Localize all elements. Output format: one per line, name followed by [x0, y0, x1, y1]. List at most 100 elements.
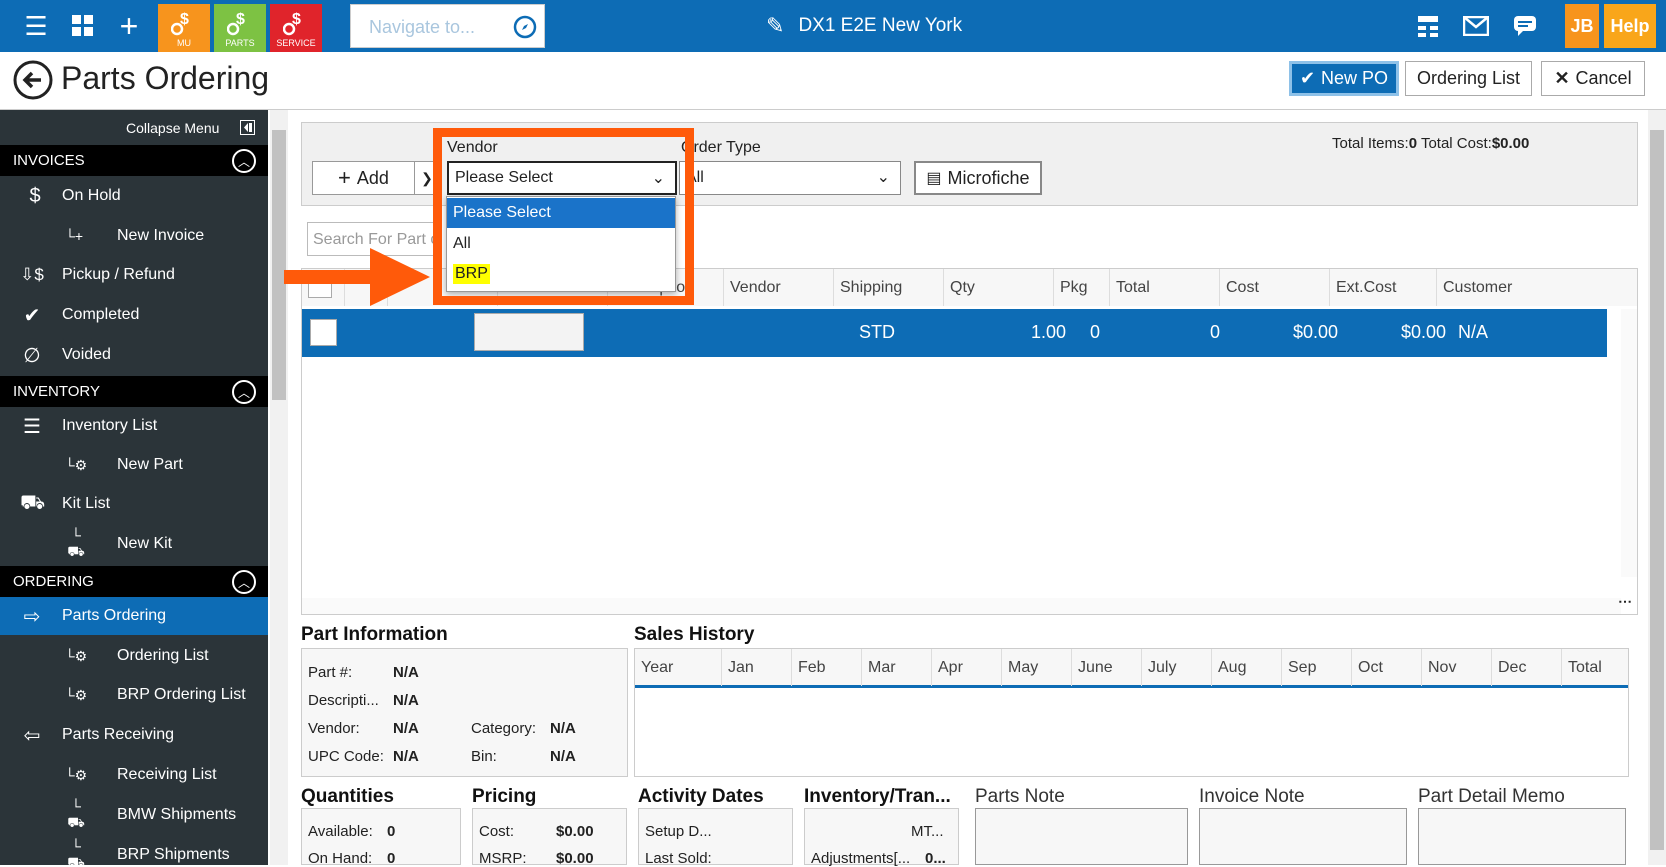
column-header[interactable]: Shipping [834, 269, 944, 306]
hamburger-menu-icon[interactable]: ☰ [20, 0, 52, 52]
module-parts-button[interactable]: $ PARTS [214, 4, 266, 52]
sidebar-item-label: Kit List [62, 495, 111, 512]
description-label: Descripti... [308, 692, 379, 709]
column-header[interactable]: Dec [1492, 649, 1562, 686]
part-number-input[interactable] [474, 313, 584, 351]
part-detail-memo-title: Part Detail Memo [1418, 786, 1565, 807]
ordering-list-button[interactable]: Ordering List [1405, 61, 1532, 96]
sidebar-item-label: New Invoice [117, 227, 205, 244]
column-header[interactable]: May [1002, 649, 1072, 686]
sidebar-item-voided[interactable]: ∅ Voided [0, 336, 268, 374]
column-header[interactable]: June [1072, 649, 1142, 686]
order-type-select[interactable]: All ⌄ [679, 161, 901, 195]
sidebar-item-ordering-list[interactable]: └⚙ Ordering List [0, 637, 268, 675]
section-label: INVENTORY [13, 383, 100, 400]
scrollbar-thumb[interactable] [1650, 130, 1664, 850]
column-header[interactable]: Ext.Cost [1330, 269, 1437, 306]
sidebar-item-label: Inventory List [62, 417, 158, 434]
column-header[interactable]: Total [1562, 649, 1628, 686]
user-avatar[interactable]: JB [1565, 4, 1599, 48]
row-customer: N/A [1458, 322, 1489, 342]
sidebar-item-receiving-list[interactable]: └⚙ Receiving List [0, 756, 268, 794]
module-label: SERVICE [276, 38, 316, 48]
sidebar-scrollbar[interactable] [270, 110, 288, 865]
sidebar-item-label: Receiving List [117, 766, 217, 783]
mail-icon[interactable] [1461, 0, 1491, 52]
chevron-up-icon[interactable]: ︿ [232, 570, 256, 594]
more-options-icon[interactable]: ⋯ [1613, 593, 1637, 613]
section-invoices[interactable]: INVOICES ︿ [0, 145, 268, 176]
sidebar-item-inventory-list[interactable]: ☰ Inventory List [0, 407, 268, 445]
svg-text:$: $ [292, 11, 301, 28]
plus-icon: + [338, 165, 351, 190]
sidebar-item-label: Pickup / Refund [62, 266, 175, 283]
chat-icon[interactable] [1510, 0, 1540, 52]
add-button[interactable]: + Add [312, 161, 415, 195]
column-header[interactable]: Apr [932, 649, 1002, 686]
help-button[interactable]: Help [1604, 4, 1656, 48]
column-header[interactable]: Sep [1282, 649, 1352, 686]
sidebar-item-new-kit[interactable]: └⛟ New Kit [0, 525, 268, 563]
section-ordering[interactable]: ORDERING ︿ [0, 566, 268, 597]
cancel-button[interactable]: ✕ Cancel [1541, 61, 1645, 96]
part-detail-memo-textarea[interactable] [1418, 808, 1626, 865]
chevron-up-icon[interactable]: ︿ [232, 149, 256, 173]
sidebar-item-brp-ordering-list[interactable]: └⚙ BRP Ordering List [0, 676, 268, 714]
sidebar-item-kit-list[interactable]: ⛟ Kit List [0, 485, 268, 523]
module-service-button[interactable]: $ SERVICE [270, 4, 322, 52]
column-header[interactable]: Aug [1212, 649, 1282, 686]
dollar-icon: $ [29, 184, 41, 207]
quantities-box: Available: 0 On Hand: 0 [301, 808, 461, 867]
inventory-tran-box: MT... Adjustments[... 0... [804, 808, 959, 867]
navigate-input[interactable]: Navigate to... [369, 17, 475, 38]
column-header[interactable]: Nov [1422, 649, 1492, 686]
column-header[interactable]: Feb [792, 649, 862, 686]
module-mu-button[interactable]: $ MU [158, 4, 210, 52]
column-header[interactable]: Mar [862, 649, 932, 686]
column-header[interactable]: July [1142, 649, 1212, 686]
last-sold-label: Last Sold: [645, 850, 712, 867]
table-row[interactable]: STD 1.00 0 0 $0.00 $0.00 N/A [302, 309, 1607, 357]
sub-kit-icon: └⛟ [67, 526, 85, 559]
org-chart-icon[interactable] [1413, 0, 1443, 52]
parts-note-textarea[interactable] [975, 808, 1188, 865]
navigate-box[interactable]: Navigate to... [350, 4, 545, 48]
sidebar-item-bmw-shipments[interactable]: └⛟ BMW Shipments [0, 796, 268, 834]
column-header[interactable]: Jan [722, 649, 792, 686]
sidebar-item-new-part[interactable]: └⚙ New Part [0, 446, 268, 484]
grid-vertical-scrollbar[interactable] [1621, 309, 1637, 577]
column-header[interactable]: Vendor [724, 269, 834, 306]
collapse-icon[interactable] [240, 120, 255, 135]
row-checkbox[interactable] [310, 319, 337, 346]
column-header[interactable]: Qty [944, 269, 1054, 306]
microfiche-button[interactable]: ▤ Microfiche [914, 161, 1042, 195]
sidebar-item-parts-ordering[interactable]: ⇨ Parts Ordering [0, 597, 268, 635]
sidebar-item-on-hold[interactable]: $ On Hold [0, 177, 268, 215]
sidebar-item-brp-shipments[interactable]: └⛟ BRP Shipments [0, 836, 268, 866]
add-icon[interactable]: + [114, 0, 144, 52]
column-header[interactable]: Oct [1352, 649, 1422, 686]
dashboard-grid-icon[interactable] [68, 0, 98, 52]
compass-icon[interactable] [513, 15, 537, 39]
column-header[interactable]: Total [1110, 269, 1220, 306]
sidebar-item-completed[interactable]: ✔ Completed [0, 296, 268, 334]
available-label: Available: [308, 823, 373, 840]
grid-horizontal-scrollbar[interactable] [302, 598, 1621, 614]
column-header[interactable]: Year [635, 649, 722, 686]
column-header[interactable]: Customer [1437, 269, 1637, 306]
sidebar-item-parts-receiving[interactable]: ⇦ Parts Receiving [0, 716, 268, 754]
sidebar-item-new-invoice[interactable]: └+ New Invoice [0, 217, 268, 255]
quantities-title: Quantities [301, 786, 394, 807]
chevron-up-icon[interactable]: ︿ [232, 380, 256, 404]
new-po-button[interactable]: ✔ New PO [1289, 61, 1399, 96]
section-inventory[interactable]: INVENTORY ︿ [0, 376, 268, 407]
sidebar-item-pickup-refund[interactable]: ⇩$ Pickup / Refund [0, 256, 268, 294]
page-scrollbar[interactable] [1648, 110, 1666, 865]
invoice-note-textarea[interactable] [1199, 808, 1407, 865]
dealer-selector[interactable]: ✎ DX1 E2E New York [766, 13, 962, 39]
column-header[interactable]: Pkg [1054, 269, 1110, 306]
collapse-menu-label[interactable]: Collapse Menu [126, 120, 219, 136]
back-arrow-icon[interactable] [13, 60, 53, 100]
check-icon: ✔ [23, 304, 41, 327]
column-header[interactable]: Cost [1220, 269, 1330, 306]
